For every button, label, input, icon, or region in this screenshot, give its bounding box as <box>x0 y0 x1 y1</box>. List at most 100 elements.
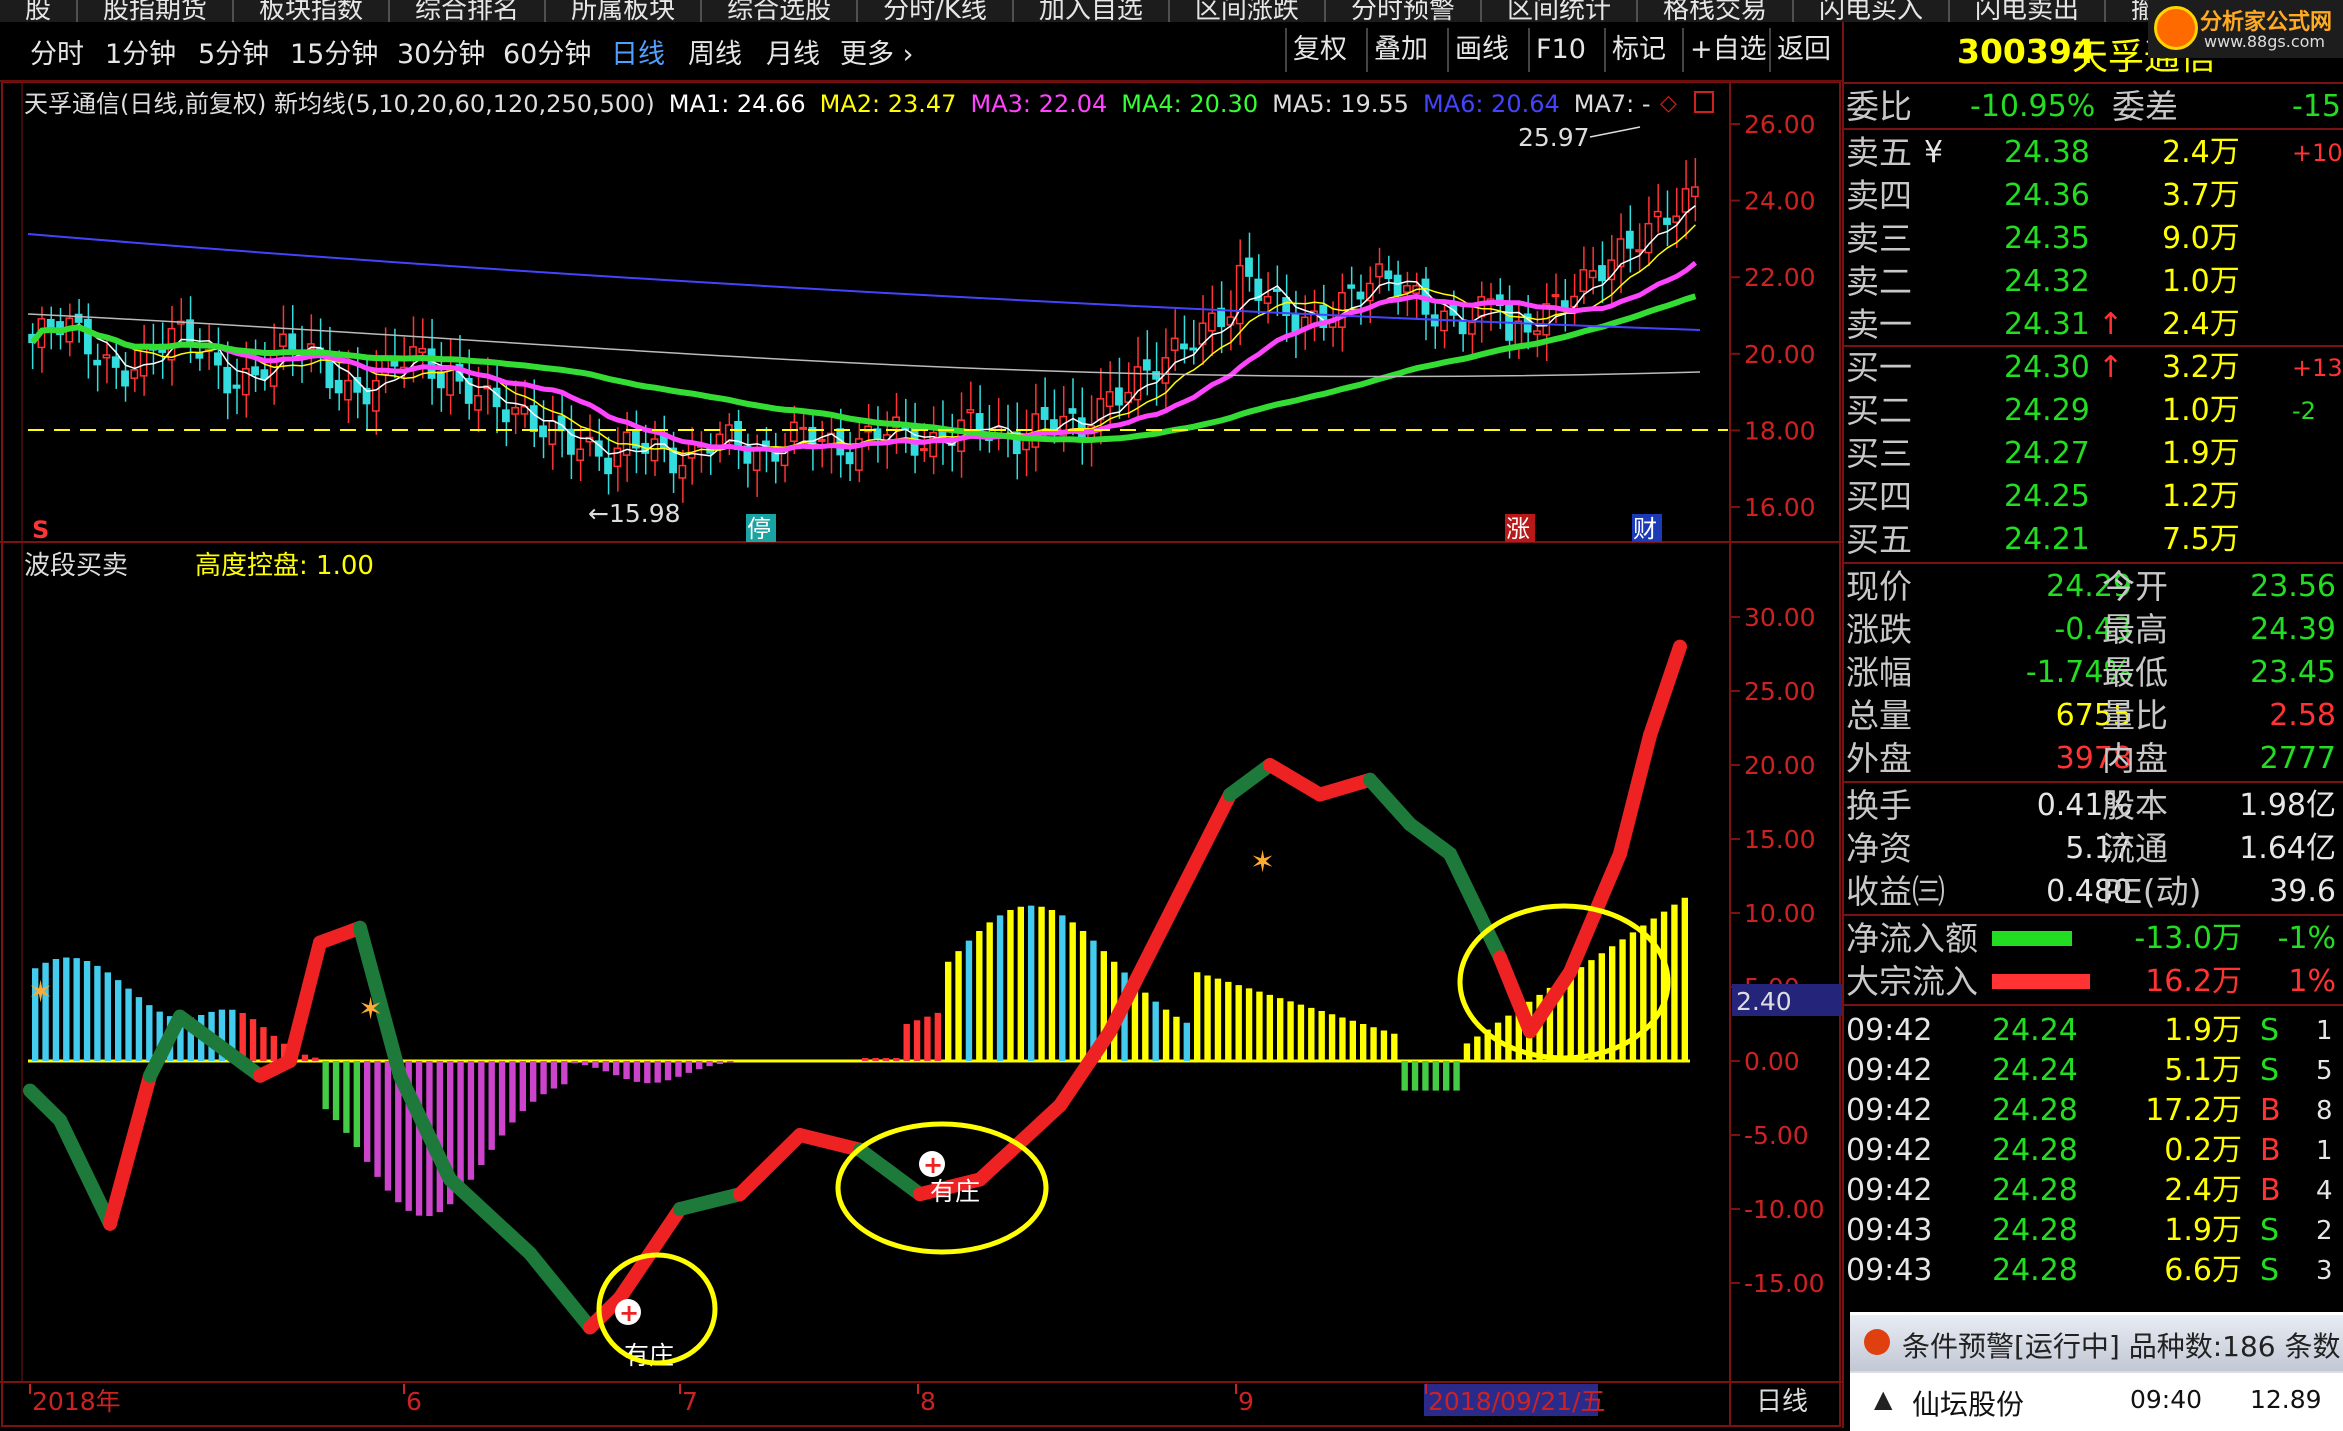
ma-legend-6: MA6: 20.64 <box>1423 90 1560 118</box>
event-tag-s[interactable]: S <box>32 516 49 544</box>
menu-item-3[interactable]: 综合排名 <box>390 0 547 22</box>
ask-row: 卖二 24.32 1.0万 <box>1842 261 2343 303</box>
tick-direction: S <box>2260 1213 2280 1248</box>
low-price-mark: ←15.98 <box>588 499 681 528</box>
tick-price: 24.28 <box>1992 1133 2078 1168</box>
tool-button-4[interactable]: 标记 <box>1604 28 1672 72</box>
period-tab-0[interactable]: 分时 <box>30 32 84 71</box>
stat-value: 24.39 <box>2250 612 2336 647</box>
badge-label: 有庄 <box>930 1177 980 1206</box>
main-chart[interactable]: 26.00 24.00 22.00 20.00 18.00 16.00 30.00 25.00… <box>0 82 1842 1428</box>
tick-row: 09:43 24.28 1.9万 S 2 <box>1842 1210 2343 1252</box>
period-tab-5[interactable]: 60分钟 <box>503 32 591 71</box>
alert-item-name: 仙坛股份 <box>1912 1388 2025 1421</box>
menu-item-5[interactable]: 综合选股 <box>702 0 859 22</box>
bid-price: 24.27 <box>2004 436 2090 471</box>
chart-frame <box>1 82 1841 1427</box>
menu-item-11[interactable]: 格栈交易 <box>1638 0 1794 22</box>
ask-price: 24.38 <box>2004 135 2090 170</box>
menu-item-12[interactable]: 闪电买入 <box>1794 0 1950 22</box>
bid-volume: 1.2万 <box>2162 479 2240 514</box>
window-toggle-icon[interactable] <box>1694 91 1714 113</box>
tick-count: 1 <box>2316 1136 2333 1166</box>
menu-item-9[interactable]: 分时预警 <box>1326 0 1482 22</box>
event-tag-up[interactable]: 涨 <box>1506 515 1530 543</box>
menu-item-0[interactable]: 股 <box>0 0 79 22</box>
alert-item-price: 12.89 <box>2250 1385 2322 1414</box>
flow-label: 大宗流入 <box>1846 962 1978 1001</box>
flow-row: 大宗流入 16.2万 1% <box>1842 961 2343 1003</box>
current-value-label: 2.40 <box>1736 987 1792 1016</box>
tick-direction: S <box>2260 1253 2280 1288</box>
ma-legend-1: MA1: 24.66 <box>669 90 806 118</box>
flow-pct: -1% <box>2277 921 2336 956</box>
ma-legend-5: MA5: 19.55 <box>1272 90 1409 118</box>
menu-item-4[interactable]: 所属板块 <box>546 0 703 22</box>
tick-direction: B <box>2260 1173 2281 1208</box>
tick-count: 4 <box>2316 1176 2333 1206</box>
tick-time: 09:42 <box>1846 1173 1933 1208</box>
period-tab-9[interactable]: 更多 › <box>840 32 913 71</box>
period-tab-1[interactable]: 1分钟 <box>105 32 176 71</box>
event-tag-stop[interactable]: 停 <box>747 515 771 543</box>
tick-time: 09:42 <box>1846 1133 1933 1168</box>
watermark-url: www.88gs.com <box>2204 32 2325 51</box>
event-tag-fin[interactable]: 财 <box>1633 515 1657 543</box>
menu-item-13[interactable]: 闪电卖出 <box>1950 0 2107 22</box>
ind-tick-label: 10.00 <box>1744 899 1816 928</box>
bid-price: 24.21 <box>2004 522 2090 557</box>
period-tab-3[interactable]: 15分钟 <box>290 32 378 71</box>
period-tab-7[interactable]: 周线 <box>688 32 742 71</box>
menu-item-10[interactable]: 区间统计 <box>1482 0 1638 22</box>
tick-price: 24.28 <box>1992 1213 2078 1248</box>
period-tab-6[interactable]: 日线 <box>611 32 665 71</box>
date-label: 7 <box>682 1387 698 1416</box>
alert-popup[interactable]: 条件预警[运行中] 品种数:186 条数:1 ▲ 仙坛股份 09:40 12.8… <box>1850 1312 2343 1431</box>
separator <box>1842 914 2343 916</box>
ind-tick-label: -10.00 <box>1744 1195 1825 1224</box>
chart-title: 天孚通信(日线,前复权) 新均线(5,10,20,60,120,250,500) <box>24 90 655 118</box>
period-tab-8[interactable]: 月线 <box>766 32 820 71</box>
bid-label: 买三 <box>1846 434 1912 473</box>
price-tick-label: 24.00 <box>1744 187 1816 216</box>
stat-row: 总量 6755 量比 2.58 <box>1842 695 2343 737</box>
tick-price: 24.28 <box>1992 1173 2078 1208</box>
date-label: 2018/09/21/五 <box>1428 1387 1606 1416</box>
high-price-mark: 25.97 <box>1518 123 1590 152</box>
tool-button-3[interactable]: F10 <box>1528 28 1592 72</box>
arrow-up-icon: ↑ <box>2098 307 2124 342</box>
stat-label: 内盘 <box>2102 739 2168 778</box>
fin-value: 1.64亿 <box>2239 831 2336 866</box>
menu-item-2[interactable]: 板块指数 <box>234 0 391 22</box>
flow-value: -13.0万 <box>2134 921 2242 956</box>
diamond-icon[interactable]: ◇ <box>1660 91 1677 116</box>
stat-row: 涨幅 -1.74% 最低 23.45 <box>1842 652 2343 694</box>
tick-row: 09:42 24.28 0.2万 B 1 <box>1842 1130 2343 1172</box>
menu-item-6[interactable]: 分时/K线 <box>858 0 1014 22</box>
bid-change: -2 <box>2292 397 2316 425</box>
period-tab-4[interactable]: 30分钟 <box>397 32 485 71</box>
period-tab-2[interactable]: 5分钟 <box>198 32 269 71</box>
ask-label: 卖一 <box>1846 305 1912 344</box>
fin-label: PE(动) <box>2102 872 2202 911</box>
ask-label: 卖三 <box>1846 219 1912 258</box>
ask-volume: 2.4万 <box>2162 135 2240 170</box>
stat-value: 23.45 <box>2250 655 2336 690</box>
menu-item-8[interactable]: 区间涨跌 <box>1170 0 1326 22</box>
tool-button-0[interactable]: 复权 <box>1285 28 1353 72</box>
alert-titlebar[interactable]: 条件预警[运行中] 品种数:186 条数:1 <box>1850 1315 2343 1371</box>
alert-item-time: 09:40 <box>2130 1385 2203 1414</box>
tool-button-2[interactable]: 画线 <box>1447 28 1515 72</box>
fin-label: 流通 <box>2102 829 2168 868</box>
tick-volume: 17.2万 <box>2145 1093 2242 1128</box>
tool-button-1[interactable]: 叠加 <box>1366 28 1434 72</box>
alert-item-row[interactable]: ▲ 仙坛股份 09:40 12.89 <box>1850 1373 2343 1431</box>
stat-label: 总量 <box>1846 696 1912 735</box>
tool-button-6[interactable]: 返回 <box>1769 28 1837 72</box>
ask-change: +10 <box>2292 139 2343 167</box>
menu-item-1[interactable]: 股指期货 <box>78 0 235 22</box>
tool-button-5[interactable]: +自选 <box>1682 28 1773 72</box>
ask-row: 卖五 ¥24.38 2.4万 +10 <box>1842 132 2343 174</box>
menu-item-7[interactable]: 加入自选 <box>1014 0 1170 22</box>
bid-change: +13 <box>2292 354 2343 382</box>
